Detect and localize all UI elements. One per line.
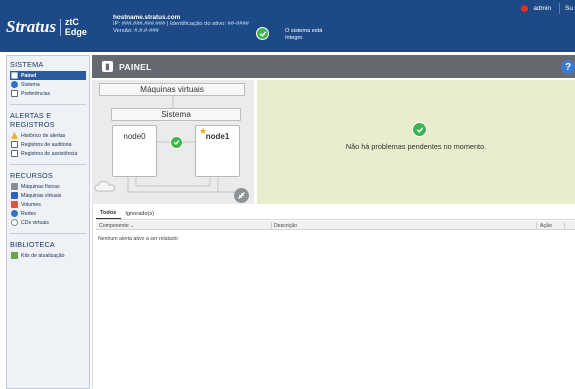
node0-label: node0 — [123, 132, 146, 141]
sidebar-item-label: Máquinas virtuais — [21, 192, 62, 199]
sidebar-divider — [10, 233, 86, 234]
column-separator[interactable] — [564, 222, 565, 229]
column-header-componente[interactable]: Componente ⌄ — [99, 223, 135, 229]
network-icon — [11, 210, 18, 217]
sidebar-title-alertas: ALERTAS E REGISTROS — [10, 111, 55, 129]
tab-ignorados[interactable]: Ignorado(s) — [121, 211, 159, 219]
dashboard-icon — [11, 72, 18, 79]
system-ok-icon — [256, 27, 269, 40]
sidebar-item-sistema[interactable]: Sistema — [10, 80, 86, 89]
logo-divider — [60, 18, 61, 36]
sidebar-title-biblioteca: BIBLIOTECA — [10, 240, 55, 249]
sidebar-item-maquinas-fisicas[interactable]: Máquinas físicas — [10, 182, 86, 191]
sidebar-divider — [10, 164, 86, 165]
app-header: Stratus ztC Edge hostname.stratus.com IP… — [0, 0, 575, 52]
sidebar-item-registros-auditoria[interactable]: Registros de auditoria — [10, 140, 86, 149]
sidebar-item-historico-alertas[interactable]: Histórico de alertas — [10, 131, 86, 140]
sidebar-item-label: CDs virtuais — [21, 219, 49, 226]
sidebar-item-preferencias[interactable]: Preferências — [10, 89, 86, 98]
help-icon[interactable]: ? — [561, 60, 575, 74]
diagram-ok-icon — [170, 136, 183, 149]
sidebar-title-recursos: RECURSOS — [10, 171, 53, 180]
user-menu[interactable]: admin — [533, 5, 551, 12]
sidebar-item-volumes[interactable]: Volumes — [10, 200, 86, 209]
sidebar-item-maquinas-virtuais[interactable]: Máquinas virtuais — [10, 191, 86, 200]
column-separator[interactable] — [271, 222, 272, 229]
hostname: hostname.stratus.com — [113, 14, 181, 21]
sidebar-item-label: Máquinas físicas — [21, 183, 60, 190]
sidebar-item-label: Registros de assistência — [21, 150, 78, 157]
sidebar-item-label: Sistema — [21, 81, 40, 88]
topbar-right: admin Su — [521, 0, 575, 16]
tab-divider — [96, 219, 575, 220]
alert-tabs: Todos Ignorado(s) — [96, 208, 159, 219]
version-line: Versão: #.#.#-### — [113, 28, 159, 34]
sidebar-section-alertas: ALERTAS E REGISTROS Histórico de alertas… — [7, 107, 89, 160]
warning-icon — [11, 132, 18, 139]
sidebar-item-label: Preferências — [21, 90, 51, 97]
system-status-line-2: íntegro — [285, 35, 303, 41]
sidebar-item-painel[interactable]: Painel — [10, 71, 86, 80]
sidebar-title-sistema: SISTEMA — [10, 60, 44, 69]
cloud-icon — [94, 180, 116, 192]
kit-icon — [11, 252, 18, 259]
sidebar-section-biblioteca: BIBLIOTECA Kits de atualização — [7, 236, 89, 262]
support-menu[interactable]: Su — [565, 5, 575, 12]
sidebar-item-label: Painel — [21, 72, 37, 79]
system-status-line-1: O sistema está — [285, 28, 323, 34]
page-header: ▮ PAINEL ? — [92, 55, 575, 78]
vm-icon — [11, 192, 18, 199]
sidebar: SISTEMA Painel Sistema Preferências ALER… — [6, 55, 90, 389]
topbar-divider — [559, 2, 561, 14]
preferences-icon — [11, 90, 18, 97]
brand-name: Stratus — [6, 17, 57, 36]
sidebar-item-cds-virtuais[interactable]: CDs virtuais — [10, 218, 86, 227]
column-header-acao[interactable]: Ação — [540, 223, 552, 229]
empty-alerts-message: Nenhum alerta ativo a ser relatado — [98, 236, 178, 242]
system-diagram: Máquinas virtuais Sistema node0 ★ node1 — [92, 80, 254, 204]
volume-icon — [11, 201, 18, 208]
sidebar-item-redes[interactable]: Redes — [10, 209, 86, 218]
document-icon — [11, 141, 18, 148]
system-box[interactable]: Sistema — [111, 108, 241, 121]
alert-indicator-icon[interactable] — [521, 4, 529, 12]
alerts-area — [92, 204, 575, 389]
sidebar-section-recursos: RECURSOS Máquinas físicas Máquinas virtu… — [7, 167, 89, 229]
virtual-machines-box[interactable]: Máquinas virtuais — [99, 83, 245, 96]
globe-icon — [11, 81, 18, 88]
system-status-text: O sistema está íntegro — [285, 28, 322, 42]
column-separator[interactable] — [536, 222, 537, 229]
node1-box[interactable]: ★ node1 — [195, 125, 240, 177]
sidebar-section-sistema: SISTEMA Painel Sistema Preferências — [7, 56, 89, 100]
node0-box[interactable]: node0 — [112, 125, 157, 177]
sidebar-item-kits-atualizacao[interactable]: Kits de atualização — [10, 251, 86, 260]
sidebar-item-label: Histórico de alertas — [21, 132, 66, 139]
column-header-descricao[interactable]: Descrição — [274, 223, 297, 229]
stratus-logo: Stratus ztC Edge — [6, 14, 96, 40]
issues-panel: Não há problemas pendentes no momento. — [257, 80, 575, 204]
cd-icon — [11, 219, 18, 226]
host-info: hostname.stratus.com IP: ###.###.###.###… — [113, 14, 249, 35]
page-title: PAINEL — [119, 61, 152, 72]
server-icon — [11, 183, 18, 190]
sidebar-item-registros-assistencia[interactable]: Registros de assistência — [10, 149, 86, 158]
sidebar-divider — [10, 104, 86, 105]
sidebar-item-label: Kits de atualização — [21, 252, 65, 259]
no-issues-ok-icon — [412, 122, 427, 137]
tab-todos[interactable]: Todos — [96, 210, 122, 219]
sidebar-item-label: Registros de auditoria — [21, 141, 72, 148]
dashboard-icon: ▮ — [102, 61, 113, 72]
sidebar-item-label: Redes — [21, 210, 36, 217]
unplug-icon[interactable] — [234, 188, 249, 203]
sidebar-item-label: Volumes — [21, 201, 41, 208]
node1-label: node1 — [205, 132, 230, 141]
product-name: ztC Edge — [64, 17, 87, 37]
no-issues-message: Não há problemas pendentes no momento. — [345, 142, 487, 151]
document-edit-icon — [11, 150, 18, 157]
alerts-table-header: Componente ⌄ Descrição Ação — [96, 221, 575, 230]
ip-asset-line: IP: ###.###.###.### | Identificação do a… — [113, 21, 249, 27]
